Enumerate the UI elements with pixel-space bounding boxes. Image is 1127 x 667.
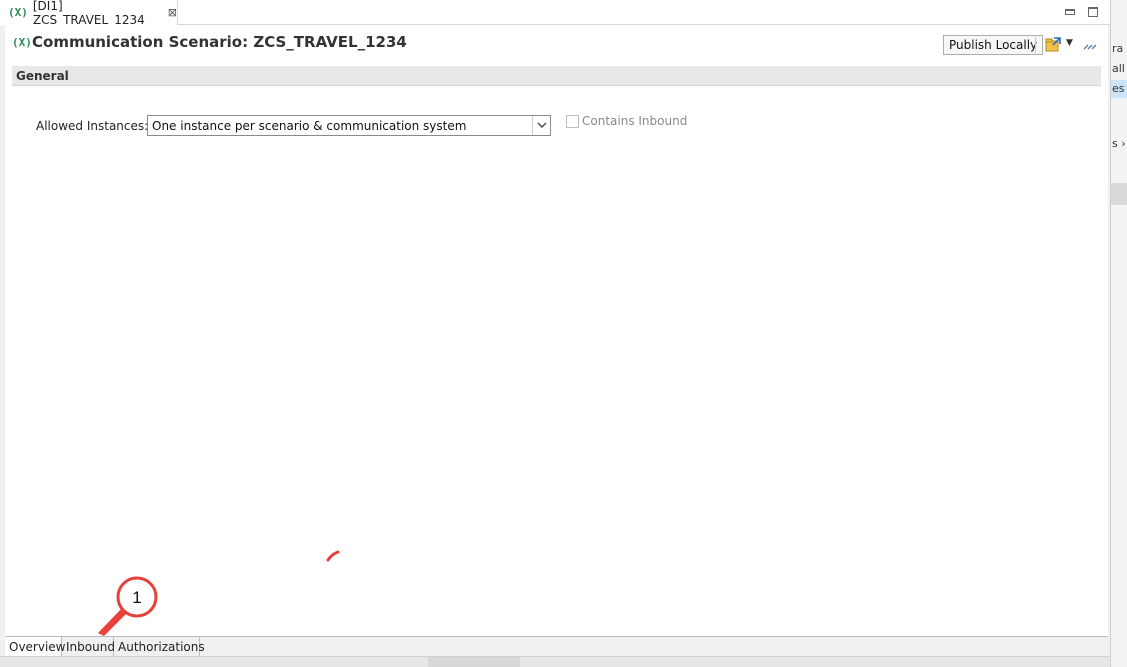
status-strip bbox=[0, 656, 1127, 667]
publish-locally-button[interactable]: Publish Locally bbox=[943, 35, 1044, 55]
tab-authorizations[interactable]: Authorizations bbox=[114, 637, 205, 657]
eclipse-editor-window: (X) [DI1] ZCS_TRAVEL_1234 ⊠ (X) Communic… bbox=[0, 0, 1127, 667]
right-panel-grey-row bbox=[1111, 183, 1127, 205]
tab-inbound[interactable]: Inbound bbox=[62, 637, 115, 657]
right-side-panel: ra l all i es s › bbox=[1110, 0, 1127, 667]
chevron-down-icon[interactable] bbox=[532, 116, 550, 135]
allowed-instances-select[interactable]: One instance per scenario & communicatio… bbox=[147, 115, 551, 136]
tab-overview[interactable]: Overview bbox=[5, 637, 66, 657]
maximize-button[interactable] bbox=[1085, 4, 1101, 20]
right-panel-text: es bbox=[1112, 82, 1125, 95]
editor-tab-bar: (X) [DI1] ZCS_TRAVEL_1234 ⊠ bbox=[0, 0, 1110, 27]
status-segment bbox=[428, 657, 520, 667]
contains-inbound-label: Contains Inbound bbox=[582, 114, 688, 128]
editor-header: (X) Communication Scenario: ZCS_TRAVEL_1… bbox=[5, 25, 1108, 63]
section-header-general[interactable]: General bbox=[12, 66, 1101, 86]
scenario-icon: (X) bbox=[8, 6, 28, 19]
minimize-button[interactable] bbox=[1062, 4, 1078, 20]
toolbar-separator bbox=[1035, 37, 1036, 53]
scenario-icon: (X) bbox=[12, 36, 32, 49]
contains-inbound-checkbox[interactable] bbox=[566, 115, 579, 128]
page-title: Communication Scenario: ZCS_TRAVEL_1234 bbox=[32, 33, 407, 51]
view-menu-icon[interactable] bbox=[1082, 37, 1100, 53]
editor-tab[interactable]: (X) [DI1] ZCS_TRAVEL_1234 ⊠ bbox=[0, 0, 178, 27]
chevron-down-icon[interactable]: ▼ bbox=[1066, 38, 1073, 48]
form-content: General Allowed Instances: * One instanc… bbox=[5, 63, 1108, 636]
maximize-icon bbox=[1088, 7, 1098, 17]
right-panel-text: all i bbox=[1112, 62, 1127, 75]
allowed-instances-label: Allowed Instances: * bbox=[36, 119, 158, 133]
allowed-instances-value: One instance per scenario & communicatio… bbox=[152, 119, 467, 133]
deploy-icon[interactable] bbox=[1045, 37, 1063, 53]
editor-page-tabs: Overview Inbound Authorizations bbox=[5, 636, 1108, 657]
right-panel-text: ra l bbox=[1112, 42, 1127, 55]
editor-tab-label: [DI1] ZCS_TRAVEL_1234 bbox=[32, 0, 145, 27]
close-icon[interactable]: ⊠ bbox=[168, 6, 177, 19]
section-title: General bbox=[16, 69, 69, 83]
minimize-icon bbox=[1065, 9, 1075, 15]
right-panel-text: s › bbox=[1112, 137, 1126, 150]
